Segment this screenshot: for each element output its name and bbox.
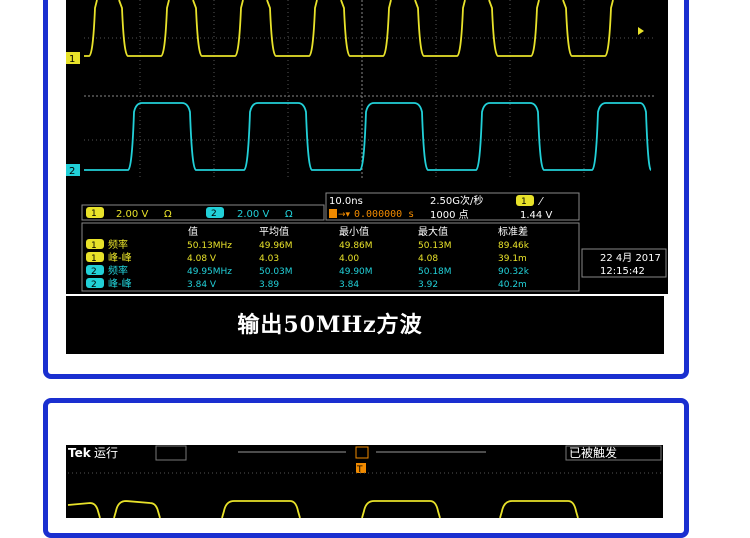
- column-header: 值: [188, 225, 198, 238]
- row-std: 90.32k: [498, 267, 530, 277]
- row-value: 50.13MHz: [187, 241, 232, 251]
- ch2-coupling: Ω: [285, 209, 293, 220]
- row-value: 4.08 V: [187, 254, 217, 264]
- ch2-badge: 2: [211, 209, 217, 219]
- sample-rate: 2.50G次/秒: [430, 194, 483, 207]
- oscilloscope-screen-2: Tek 运行 T 已被触发: [66, 445, 663, 518]
- row-min: 4.00: [339, 254, 359, 264]
- ch1-coupling: Ω: [164, 209, 172, 220]
- tek-logo: Tek: [68, 446, 92, 460]
- time-per-div: 10.0ns: [329, 196, 363, 207]
- ch1-waveform: [84, 0, 614, 57]
- row-max: 50.13M: [418, 241, 452, 251]
- timebase-panel[interactable]: 10.0ns 2.50G次/秒 1 ⁄ →▾ 0.000000 s 1000 点…: [325, 192, 580, 221]
- ch2-scale[interactable]: 2.00 V: [237, 209, 269, 220]
- column-header: 标准差: [498, 225, 528, 238]
- row-min: 49.86M: [339, 241, 373, 251]
- datetime-box: 22 4月 2017 12:15:42: [581, 248, 667, 278]
- trigger-level-arrow[interactable]: [638, 27, 644, 35]
- ch2-waveform: [84, 102, 652, 171]
- row-channel-badge: 2: [91, 267, 97, 277]
- caption-banner: 输出50MHz方波: [66, 296, 664, 354]
- trigger-level: 1.44 V: [520, 210, 552, 221]
- trigger-position-icon: [329, 209, 337, 218]
- row-measure-name: 频率: [108, 238, 128, 251]
- row-value: 49.95MHz: [187, 267, 232, 277]
- measurements-table: 值 平均值 最小值 最大值 标准差 1 频率 50.13MHz 49.96M 4…: [81, 222, 580, 292]
- trigger-slope-icon: ⁄: [537, 195, 544, 208]
- trigger-marker: T: [356, 465, 363, 475]
- oscilloscope-screen-1: 1 2 1 2.00 V Ω 2 2.00 V Ω 10.0ns 2.50G次/…: [66, 0, 668, 294]
- trigger-source-badge: 1: [521, 197, 527, 207]
- trigger-delay: 0.000000 s: [354, 209, 414, 220]
- column-header: 平均值: [259, 225, 289, 238]
- date-text: 22 4月 2017: [600, 252, 661, 264]
- row-channel-badge: 2: [91, 280, 97, 290]
- time-text: 12:15:42: [600, 266, 645, 277]
- row-measure-name: 峰-峰: [108, 278, 132, 290]
- record-length: 1000 点: [430, 209, 469, 221]
- row-max: 50.18M: [418, 267, 452, 277]
- column-header: 最大值: [418, 225, 448, 238]
- trigger-status: 已被触发: [569, 445, 617, 460]
- row-max: 4.08: [418, 254, 438, 264]
- row-std: 89.46k: [498, 241, 530, 251]
- row-std: 40.2m: [498, 280, 527, 290]
- ch1-waveform-2: [67, 500, 579, 518]
- channel-settings-bar: 1 2.00 V Ω 2 2.00 V Ω: [81, 204, 325, 221]
- row-mean: 3.89: [259, 280, 279, 290]
- ch1-marker-label: 1: [69, 54, 75, 65]
- ch1-badge: 1: [91, 209, 97, 219]
- row-mean: 4.03: [259, 254, 279, 264]
- ch2-marker-label: 2: [69, 166, 75, 177]
- row-measure-name: 频率: [108, 264, 128, 277]
- trigger-arrow-icon: →▾: [338, 210, 351, 220]
- row-min: 3.84: [339, 280, 359, 290]
- table-row: 1 频率 50.13MHz 49.96M 49.86M 50.13M 89.46…: [86, 238, 530, 251]
- row-max: 3.92: [418, 280, 438, 290]
- ch1-scale[interactable]: 2.00 V: [116, 209, 148, 220]
- caption-text: 输出50MHz方波: [237, 312, 423, 338]
- table-row: 2 频率 49.95MHz 50.03M 49.90M 50.18M 90.32…: [86, 264, 530, 277]
- row-mean: 49.96M: [259, 241, 293, 251]
- row-std: 39.1m: [498, 254, 527, 264]
- row-channel-badge: 1: [91, 241, 97, 251]
- table-row: 1 峰-峰 4.08 V 4.03 4.00 4.08 39.1m: [86, 252, 527, 264]
- row-value: 3.84 V: [187, 280, 217, 290]
- column-header: 最小值: [339, 225, 369, 238]
- row-min: 49.90M: [339, 267, 373, 277]
- row-mean: 50.03M: [259, 267, 293, 277]
- table-row: 2 峰-峰 3.84 V 3.89 3.84 3.92 40.2m: [86, 278, 527, 290]
- run-state[interactable]: 运行: [94, 446, 118, 460]
- row-channel-badge: 1: [91, 254, 97, 264]
- row-measure-name: 峰-峰: [108, 252, 132, 264]
- graticule: [84, 0, 656, 180]
